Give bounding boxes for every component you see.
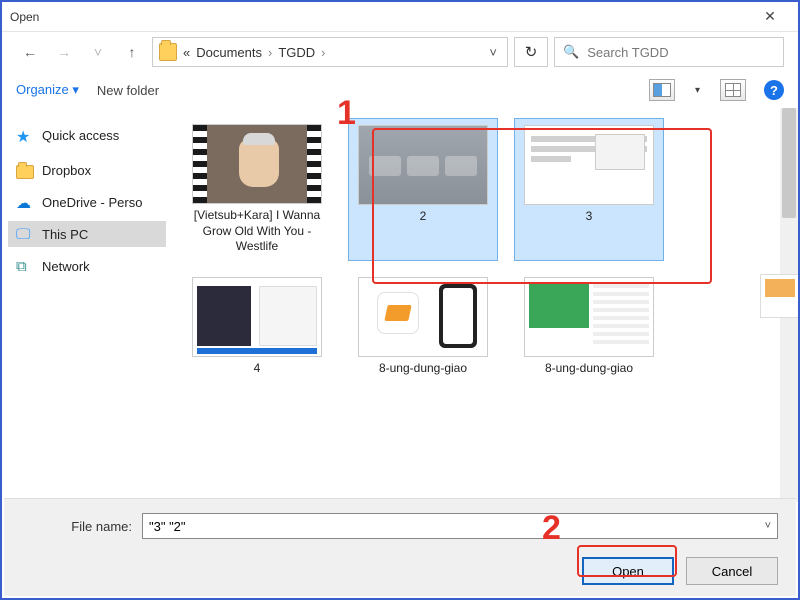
- sidebar-item-label: This PC: [42, 227, 88, 242]
- search-icon: 🔍: [563, 44, 579, 60]
- file-item[interactable]: 4: [182, 271, 332, 383]
- file-name: 2: [420, 209, 427, 225]
- open-button-label: Open: [612, 564, 644, 579]
- video-thumbnail: [192, 124, 322, 204]
- filename-value: "3" "2": [149, 519, 186, 534]
- sidebar-item-label: OneDrive - Perso: [42, 195, 142, 210]
- cancel-button[interactable]: Cancel: [686, 557, 778, 585]
- file-name: 8-ung-dung-giao: [545, 361, 633, 377]
- crumb-tgdd[interactable]: TGDD: [278, 45, 315, 60]
- file-item[interactable]: 8-ung-dung-giao: [348, 271, 498, 383]
- forward-button: →: [50, 38, 78, 66]
- file-item[interactable]: [Vietsub+Kara] I Wanna Grow Old With You…: [182, 118, 332, 261]
- file-name: 3: [586, 209, 593, 225]
- sidebar-item-label: Dropbox: [42, 163, 91, 178]
- file-name: 4: [254, 361, 261, 377]
- recent-dropdown[interactable]: ˅: [84, 38, 112, 66]
- up-button[interactable]: ↑: [118, 38, 146, 66]
- sidebar: ★ Quick access Dropbox ☁ OneDrive - Pers…: [2, 108, 172, 502]
- chevron-down-icon[interactable]: ˅: [765, 520, 771, 532]
- sidebar-item-this-pc[interactable]: 🖵 This PC: [8, 221, 166, 247]
- organize-menu[interactable]: Organize ▾: [16, 82, 79, 98]
- crumb-documents[interactable]: Documents: [196, 45, 262, 60]
- file-pane[interactable]: [Vietsub+Kara] I Wanna Grow Old With You…: [172, 108, 798, 502]
- filename-input[interactable]: "3" "2" ˅: [142, 513, 778, 539]
- image-thumbnail: [358, 277, 488, 357]
- monitor-icon: 🖵: [16, 226, 34, 242]
- open-button[interactable]: Open: [582, 557, 674, 585]
- file-grid: [Vietsub+Kara] I Wanna Grow Old With You…: [182, 118, 772, 382]
- file-name: [Vietsub+Kara] I Wanna Grow Old With You…: [187, 208, 327, 255]
- file-item[interactable]: 8-ung-dung-giao: [514, 271, 664, 383]
- toolbar: Organize ▾ New folder ▾ ?: [2, 72, 798, 108]
- network-icon: ⧉: [16, 258, 34, 274]
- breadcrumb[interactable]: « Documents › TGDD › ˅: [152, 37, 508, 67]
- view-mode-button[interactable]: [649, 79, 675, 101]
- image-thumbnail: [524, 125, 654, 205]
- cloud-icon: ☁: [16, 194, 34, 210]
- star-icon: ★: [16, 127, 34, 143]
- back-button[interactable]: ←: [16, 38, 44, 66]
- help-button[interactable]: ?: [764, 80, 784, 100]
- grid-icon: [725, 83, 741, 97]
- image-thumbnail: [192, 277, 322, 357]
- sidebar-item-network[interactable]: ⧉ Network: [8, 253, 166, 279]
- cancel-button-label: Cancel: [712, 564, 752, 579]
- new-folder-button[interactable]: New folder: [97, 83, 159, 98]
- sidebar-item-quick-access[interactable]: ★ Quick access: [8, 122, 166, 148]
- crumb-prefix: «: [183, 45, 190, 60]
- filename-label: File name:: [22, 519, 132, 534]
- nav-row: ← → ˅ ↑ « Documents › TGDD › ˅ ↻ 🔍 Searc…: [2, 32, 798, 72]
- preview-peek: [760, 274, 798, 318]
- preview-pane-button[interactable]: [720, 79, 746, 101]
- file-item[interactable]: 2: [348, 118, 498, 261]
- chevron-down-icon[interactable]: ˅: [485, 45, 501, 60]
- image-thumbnail: [524, 277, 654, 357]
- folder-icon: [16, 165, 34, 179]
- refresh-button[interactable]: ↻: [514, 37, 548, 67]
- title-bar: Open ✕: [2, 2, 798, 32]
- file-name: 8-ung-dung-giao: [379, 361, 467, 377]
- close-icon[interactable]: ✕: [750, 8, 790, 25]
- bottom-panel: File name: "3" "2" ˅ Open Cancel: [4, 498, 796, 596]
- sidebar-item-dropbox[interactable]: Dropbox: [8, 158, 166, 183]
- main-area: ★ Quick access Dropbox ☁ OneDrive - Pers…: [2, 108, 798, 502]
- sidebar-item-onedrive[interactable]: ☁ OneDrive - Perso: [8, 189, 166, 215]
- chevron-right-icon: ›: [268, 45, 272, 60]
- sidebar-item-label: Network: [42, 259, 90, 274]
- window-title: Open: [10, 10, 750, 24]
- folder-icon: [159, 43, 177, 61]
- search-input[interactable]: 🔍 Search TGDD: [554, 37, 784, 67]
- thumbnails-icon: [653, 83, 671, 97]
- scrollbar-thumb[interactable]: [782, 108, 796, 218]
- file-item[interactable]: 3: [514, 118, 664, 261]
- search-placeholder: Search TGDD: [587, 45, 668, 60]
- sidebar-item-label: Quick access: [42, 128, 119, 143]
- chevron-right-icon: ›: [321, 45, 325, 60]
- image-thumbnail: [358, 125, 488, 205]
- view-mode-dropdown[interactable]: ▾: [693, 85, 702, 96]
